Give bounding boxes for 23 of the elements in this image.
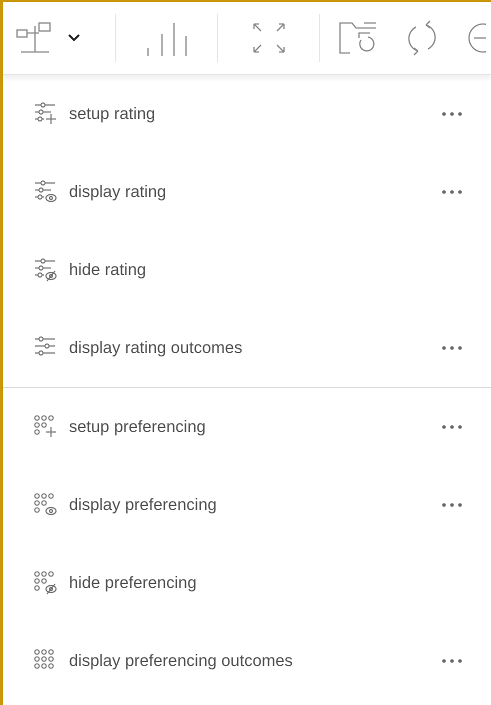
dot-grid-icon	[33, 570, 59, 596]
menu-item[interactable]: display preferencing	[3, 466, 491, 544]
caret-icon[interactable]	[67, 33, 81, 43]
menu-item[interactable]: setup preferencing	[3, 388, 491, 466]
menu-item[interactable]: display rating	[3, 153, 491, 231]
dot-grid-icon	[33, 414, 59, 440]
folder-refresh-icon[interactable]	[338, 20, 378, 56]
menu-item[interactable]: display preferencing outcomes	[3, 622, 491, 700]
menu-item[interactable]: setup rating	[3, 75, 491, 153]
more-icon[interactable]	[441, 345, 463, 351]
menu-item[interactable]: hide preferencing	[3, 544, 491, 622]
sliders-icon	[33, 179, 59, 205]
dot-grid-icon	[33, 492, 59, 518]
more-icon[interactable]	[441, 658, 463, 664]
sliders-icon	[33, 101, 59, 127]
expand-icon[interactable]	[250, 21, 286, 55]
menu-item[interactable]: hide rating	[3, 231, 491, 309]
menu-item[interactable]: display rating outcomes	[3, 309, 491, 387]
sliders-icon	[33, 257, 59, 283]
more-icon[interactable]	[441, 424, 463, 430]
more-icon[interactable]	[441, 189, 463, 195]
more-icon[interactable]	[441, 111, 463, 117]
more-icon[interactable]	[441, 502, 463, 508]
